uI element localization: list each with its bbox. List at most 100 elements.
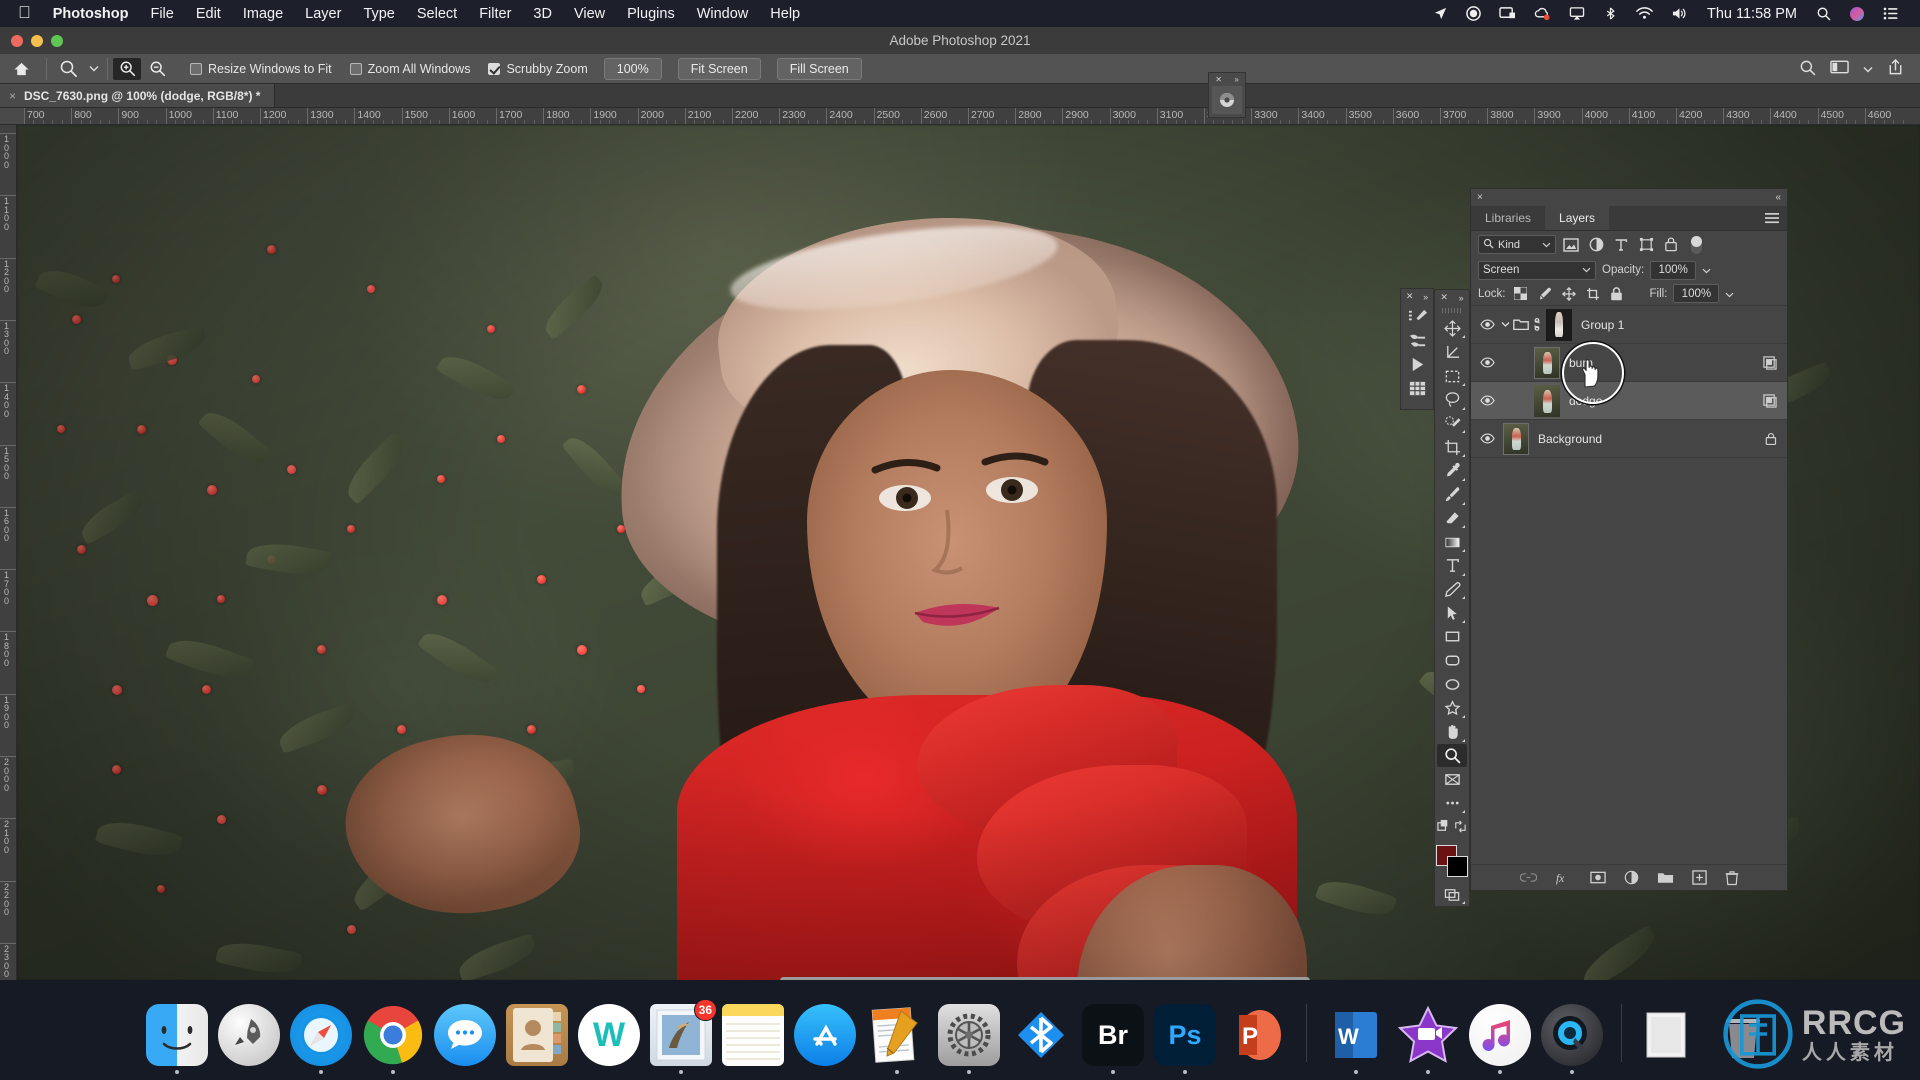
tools-panel-grip[interactable] xyxy=(1442,307,1462,313)
screen-mirroring-icon[interactable] xyxy=(1490,0,1525,27)
dock-item-system-preferences[interactable] xyxy=(938,1004,1000,1074)
dock-item-mail[interactable]: 36 xyxy=(650,999,717,1074)
smart-object-filter-icon[interactable] xyxy=(1661,235,1681,255)
tools-panel[interactable]: ✕ » xyxy=(1434,289,1470,907)
search-icon[interactable] xyxy=(1807,0,1840,27)
background-color-swatch[interactable] xyxy=(1447,855,1468,877)
edit-toolbar-ellipsis-icon[interactable] xyxy=(1437,791,1467,815)
fill-screen-button[interactable]: Fill Screen xyxy=(776,57,862,80)
dock-item-messages[interactable] xyxy=(434,1004,496,1066)
layer-style-fx-icon[interactable]: fx xyxy=(1555,871,1572,885)
screen-mode-icon[interactable] xyxy=(1437,882,1467,906)
adjustment-layer-filter-icon[interactable] xyxy=(1586,235,1606,255)
checkbox-box[interactable] xyxy=(349,62,362,75)
chevron-down-icon[interactable] xyxy=(1542,239,1551,251)
layer-visibility-eye-icon[interactable] xyxy=(1475,395,1499,406)
menu-plugins[interactable]: Plugins xyxy=(616,6,686,22)
layer-visibility-eye-icon[interactable] xyxy=(1475,433,1499,444)
dock-item-chrome[interactable] xyxy=(362,1004,424,1074)
color-swatches[interactable] xyxy=(1436,844,1468,877)
dock-item-safari[interactable] xyxy=(290,1004,352,1074)
lock-transparent-pixels-icon[interactable] xyxy=(1512,285,1530,303)
dock-item-pages[interactable] xyxy=(866,1004,928,1074)
hand-tool[interactable] xyxy=(1437,720,1467,744)
dock-item-powerpoint[interactable]: P xyxy=(1226,1004,1288,1066)
lock-position-icon[interactable] xyxy=(1560,285,1578,303)
fill-input[interactable]: 100% xyxy=(1673,284,1720,303)
brush-settings-icon[interactable] xyxy=(1403,304,1431,328)
share-icon[interactable] xyxy=(1887,58,1904,79)
quick-mask-and-swap-row[interactable] xyxy=(1437,815,1467,839)
group-expand-chevron-down-icon[interactable] xyxy=(1499,321,1512,328)
dock-item-app-store[interactable] xyxy=(794,1004,856,1066)
clipping-mask-icon[interactable] xyxy=(1763,355,1787,370)
menu-layer[interactable]: Layer xyxy=(294,6,352,22)
checkbox-box[interactable] xyxy=(488,62,501,75)
layer-name[interactable]: Group 1 xyxy=(1577,318,1777,332)
filter-enable-toggle[interactable] xyxy=(1691,235,1702,254)
dock-item-adobe-bridge[interactable]: Br xyxy=(1082,1004,1144,1074)
home-icon[interactable] xyxy=(0,61,42,77)
checkbox-box[interactable] xyxy=(190,62,202,75)
zoom-tool-icon[interactable] xyxy=(51,59,85,78)
crop-tool[interactable] xyxy=(1437,435,1467,459)
vertical-ruler[interactable]: 1000 1100 1200 1300 1400 1500 1600 1700 1800 1900… xyxy=(0,125,17,980)
collapse-icon[interactable]: ✕ xyxy=(1440,292,1448,303)
new-group-icon[interactable] xyxy=(1657,871,1674,884)
ellipse-tool[interactable] xyxy=(1437,673,1467,697)
artboard-tool[interactable] xyxy=(1437,340,1467,364)
wifi-icon[interactable] xyxy=(1627,0,1662,27)
collapse-icon[interactable]: « xyxy=(1775,192,1781,203)
brush-tool[interactable] xyxy=(1437,483,1467,507)
fill-chevron-down-icon[interactable] xyxy=(1725,285,1734,303)
custom-shape-star-icon[interactable] xyxy=(1437,696,1467,720)
quick-selection-tool[interactable] xyxy=(1437,412,1467,436)
menu-help[interactable]: Help xyxy=(759,6,811,22)
menu-3d[interactable]: 3D xyxy=(522,6,563,22)
navigator-mini-panel[interactable]: ✕ » xyxy=(1208,72,1246,118)
tab-libraries[interactable]: Libraries xyxy=(1471,206,1545,230)
table-row[interactable]: Background xyxy=(1471,420,1787,458)
filter-kind-select[interactable]: Kind xyxy=(1478,235,1556,254)
expand-icon[interactable]: » xyxy=(1423,292,1428,302)
dock-item-downloads-stack[interactable] xyxy=(1640,1004,1702,1066)
menu-select[interactable]: Select xyxy=(406,6,468,22)
checkbox-zoom-all-windows[interactable]: Zoom All Windows xyxy=(349,62,470,76)
menu-filter[interactable]: Filter xyxy=(468,6,522,22)
type-layer-filter-icon[interactable] xyxy=(1611,235,1631,255)
link-layers-icon[interactable] xyxy=(1519,872,1537,883)
close-icon[interactable]: × xyxy=(9,89,16,103)
dock-item-wechat[interactable]: W xyxy=(578,1004,640,1066)
dock-item-adobe-photoshop[interactable]: Ps xyxy=(1154,1004,1216,1074)
layer-name[interactable]: dodge xyxy=(1565,394,1763,408)
adjustment-layer-icon[interactable] xyxy=(1624,870,1639,885)
blend-mode-select[interactable]: Screen xyxy=(1478,260,1596,280)
expand-icon[interactable]: » xyxy=(1234,75,1238,84)
tab-layers[interactable]: Layers xyxy=(1545,206,1610,230)
zoom-in-icon[interactable] xyxy=(113,57,141,80)
type-tool[interactable] xyxy=(1437,554,1467,578)
layers-panel[interactable]: × « Libraries Layers Kind Screen Opacity… xyxy=(1470,188,1788,891)
rectangle-tool[interactable] xyxy=(1437,625,1467,649)
layer-visibility-eye-icon[interactable] xyxy=(1475,319,1499,330)
dock-item-bluetooth[interactable] xyxy=(1010,1004,1072,1066)
3d-material-icon[interactable] xyxy=(1212,86,1242,114)
clipping-mask-icon[interactable] xyxy=(1763,393,1787,408)
apple-menu-icon[interactable]:  xyxy=(12,4,42,23)
lock-image-pixels-icon[interactable] xyxy=(1536,285,1554,303)
eyedropper-tool[interactable] xyxy=(1437,459,1467,483)
move-tool[interactable] xyxy=(1437,317,1467,341)
menu-app-name[interactable]: Photoshop xyxy=(42,6,140,22)
layer-name[interactable]: Background xyxy=(1534,432,1765,446)
fit-screen-button[interactable]: Fit Screen xyxy=(677,57,761,80)
table-row[interactable]: Group 1 xyxy=(1471,306,1787,344)
location-arrow-icon[interactable] xyxy=(1424,0,1457,27)
zoom-100-percent-button[interactable]: 100% xyxy=(603,57,662,80)
layer-thumbnail[interactable] xyxy=(1534,346,1560,379)
brushes-icon[interactable] xyxy=(1403,328,1431,352)
menu-image[interactable]: Image xyxy=(232,6,294,22)
rectangular-marquee-tool[interactable] xyxy=(1437,364,1467,388)
slice-tool[interactable] xyxy=(1437,767,1467,791)
menu-bar-clock[interactable]: Thu 11:58 PM xyxy=(1697,6,1807,22)
panel-menu-icon[interactable] xyxy=(1765,206,1787,230)
